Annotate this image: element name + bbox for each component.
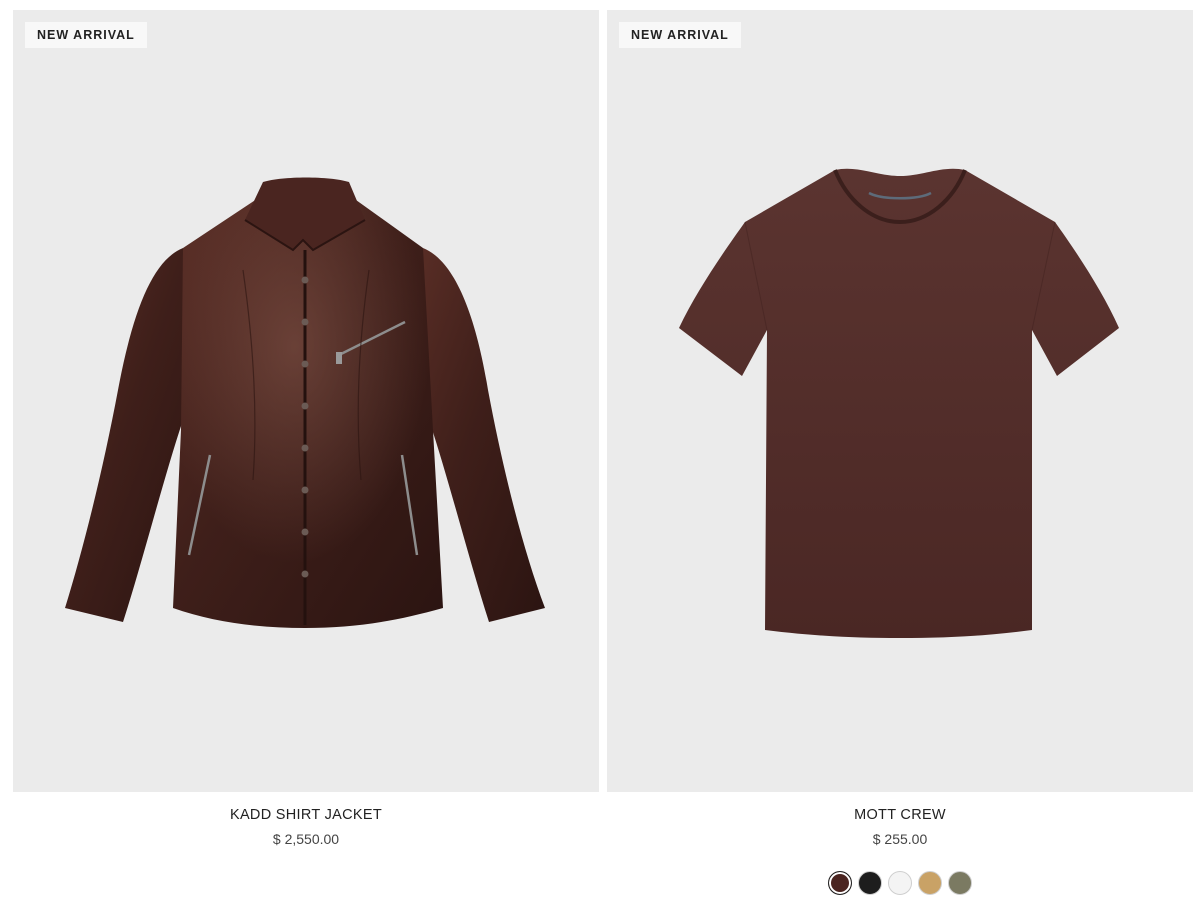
new-arrival-badge: NEW ARRIVAL xyxy=(25,22,147,48)
product-card-mott-crew[interactable]: NEW ARRIVAL MOTT CREW $ 255.00 xyxy=(607,10,1193,895)
product-price: $ 255.00 xyxy=(872,831,928,847)
color-swatches xyxy=(607,871,1193,895)
product-grid: NEW ARRIVAL KADD SHIRT JACKET $ 2,550.00 xyxy=(13,10,1194,895)
product-price: $ 2,550.00 xyxy=(272,831,340,847)
color-swatch-olive[interactable] xyxy=(948,871,972,895)
product-image-link[interactable]: NEW ARRIVAL xyxy=(13,10,599,792)
product-name-link[interactable]: KADD SHIRT JACKET xyxy=(230,806,382,824)
product-info: MOTT CREW $ 255.00 xyxy=(607,792,1193,895)
product-info: KADD SHIRT JACKET $ 2,550.00 xyxy=(13,792,599,848)
color-swatch-brown[interactable] xyxy=(828,871,852,895)
new-arrival-badge: NEW ARRIVAL xyxy=(619,22,741,48)
product-name-link[interactable]: MOTT CREW xyxy=(854,806,946,824)
color-swatch-tan[interactable] xyxy=(918,871,942,895)
color-swatch-black[interactable] xyxy=(858,871,882,895)
color-swatch-white[interactable] xyxy=(888,871,912,895)
product-card-kadd-shirt-jacket[interactable]: NEW ARRIVAL KADD SHIRT JACKET $ 2,550.00 xyxy=(13,10,599,895)
product-image-link[interactable]: NEW ARRIVAL xyxy=(607,10,1193,792)
crew-tshirt-image xyxy=(679,168,1119,638)
leather-jacket-image xyxy=(65,177,545,628)
